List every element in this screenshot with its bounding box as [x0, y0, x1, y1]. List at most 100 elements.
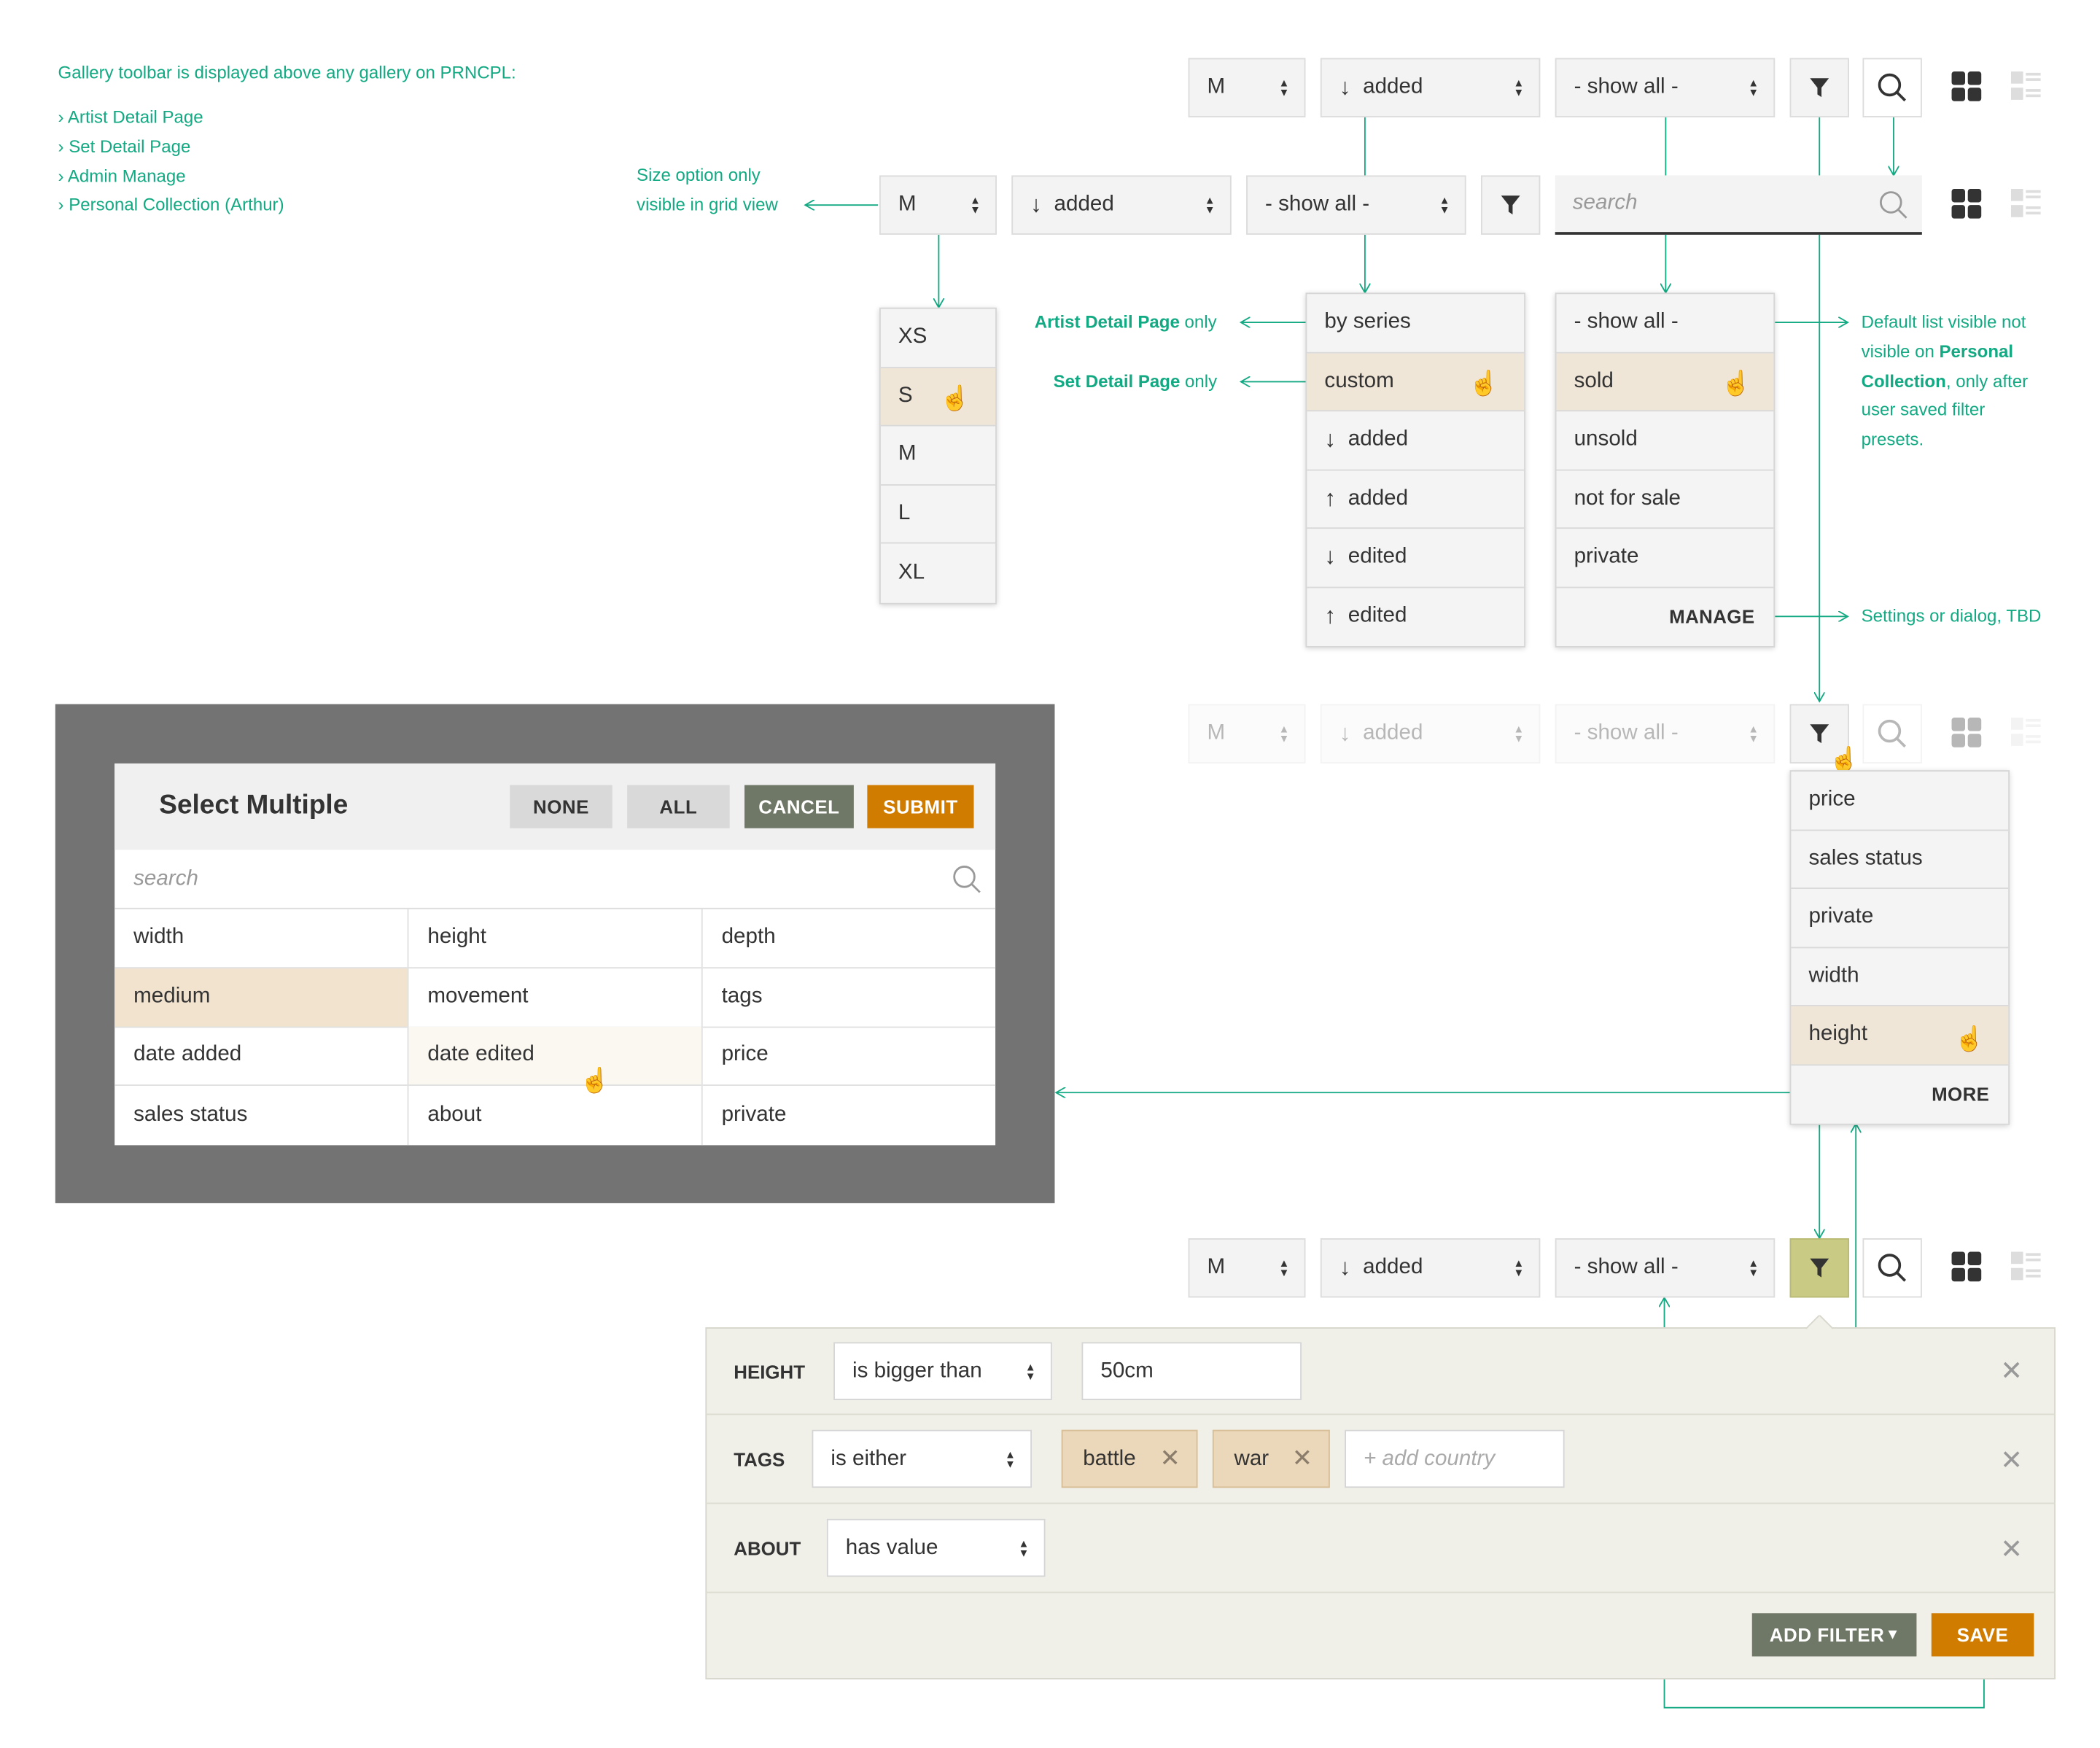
- size-select[interactable]: M ▲ ▼: [1188, 1238, 1306, 1298]
- field-option-sales-status[interactable]: sales status: [114, 1086, 407, 1144]
- show-option-private[interactable]: private: [1556, 529, 1774, 588]
- search-button[interactable]: [1862, 58, 1922, 117]
- list-view-icon[interactable]: [2010, 1251, 2043, 1284]
- filter-option-label: height: [1808, 1022, 1868, 1046]
- sort-value: added: [1054, 193, 1114, 216]
- submit-button[interactable]: SUBMIT: [867, 785, 974, 828]
- filter-operator-select[interactable]: is either ▲ ▼: [812, 1429, 1032, 1488]
- filter-operator-select[interactable]: has value ▲ ▼: [826, 1518, 1046, 1577]
- sort-select[interactable]: ↓ added ▲ ▼: [1320, 58, 1541, 117]
- filter-option-height[interactable]: height ☝: [1791, 1006, 2009, 1065]
- filter-operator-select[interactable]: is bigger than ▲ ▼: [833, 1342, 1052, 1400]
- sort-option-by-series[interactable]: by series: [1307, 294, 1525, 353]
- add-tag-placeholder: + add country: [1364, 1446, 1496, 1470]
- grid-view-icon[interactable]: [1951, 71, 1984, 104]
- filter-option-label: private: [1808, 905, 1874, 929]
- remove-filter-icon[interactable]: ✕: [2000, 1354, 2023, 1388]
- add-tag-input[interactable]: + add country: [1345, 1429, 1565, 1488]
- field-option-depth[interactable]: depth: [702, 909, 996, 968]
- dialog-search-input[interactable]: search: [114, 850, 996, 909]
- remove-tag-icon[interactable]: ✕: [1160, 1445, 1181, 1473]
- filter-button[interactable]: [1480, 175, 1541, 235]
- list-view-icon[interactable]: [2010, 718, 2043, 750]
- add-filter-button[interactable]: ADD FILTER ▼: [1751, 1613, 1917, 1657]
- cancel-button[interactable]: CANCEL: [744, 785, 854, 828]
- size-option-xl[interactable]: XL: [881, 543, 995, 602]
- artist-only-rest: only: [1179, 311, 1217, 333]
- filter-option-sales-status[interactable]: sales status: [1791, 830, 2009, 889]
- field-option-tags[interactable]: tags: [702, 968, 996, 1028]
- field-option-date-edited[interactable]: date edited: [408, 1026, 701, 1086]
- filter-button[interactable]: [1789, 58, 1849, 117]
- field-option-date-added[interactable]: date added: [114, 1027, 408, 1086]
- hand-cursor-icon: ☝: [1954, 1025, 1985, 1052]
- filter-option-label: width: [1808, 964, 1859, 987]
- size-option-l[interactable]: L: [880, 485, 996, 544]
- filter-option-label: price: [1808, 788, 1856, 812]
- filter-option-price[interactable]: price: [1791, 772, 2009, 831]
- show-select[interactable]: - show all - ▲ ▼: [1555, 1238, 1776, 1298]
- size-option-xs[interactable]: XS: [880, 309, 996, 368]
- search-button[interactable]: [1862, 704, 1922, 764]
- select-arrows-icon: ▲ ▼: [1748, 723, 1759, 745]
- tag-chip-battle[interactable]: battle ✕: [1061, 1429, 1198, 1488]
- grid-view-icon[interactable]: [1951, 718, 1984, 750]
- save-button[interactable]: SAVE: [1931, 1613, 2034, 1657]
- filter-button-active[interactable]: [1789, 1238, 1849, 1298]
- magnifier-icon: [953, 866, 981, 893]
- field-option-movement[interactable]: movement: [408, 968, 701, 1028]
- show-option-not-for-sale[interactable]: not for sale: [1556, 470, 1774, 529]
- field-option-about[interactable]: about: [408, 1086, 701, 1144]
- show-option-unsold[interactable]: unsold: [1556, 411, 1774, 470]
- size-option-label: XS: [898, 325, 928, 349]
- filter-option-width[interactable]: width: [1791, 947, 2009, 1006]
- field-option-height[interactable]: height: [408, 909, 701, 968]
- sort-select[interactable]: ↓ added ▲ ▼: [1320, 704, 1541, 764]
- show-select[interactable]: - show all - ▲ ▼: [1555, 704, 1776, 764]
- remove-filter-icon[interactable]: ✕: [2000, 1532, 2023, 1566]
- field-option-width[interactable]: width: [114, 909, 408, 968]
- show-select[interactable]: - show all - ▲ ▼: [1246, 175, 1466, 235]
- sort-option-added-desc[interactable]: ↓ added: [1307, 411, 1525, 470]
- show-select[interactable]: - show all - ▲ ▼: [1555, 58, 1776, 117]
- manage-button[interactable]: MANAGE: [1557, 588, 1774, 646]
- remove-tag-icon[interactable]: ✕: [1292, 1445, 1312, 1473]
- sort-select[interactable]: ↓ added ▲ ▼: [1320, 1238, 1541, 1298]
- sort-option-label: custom: [1324, 369, 1394, 392]
- show-option-sold[interactable]: sold ☝: [1556, 352, 1774, 412]
- size-select[interactable]: M ▲ ▼: [879, 175, 997, 235]
- size-select[interactable]: M ▲ ▼: [1188, 704, 1306, 764]
- list-view-icon[interactable]: [2010, 188, 2043, 221]
- tag-chip-war[interactable]: war ✕: [1212, 1429, 1330, 1488]
- sort-option-custom[interactable]: custom ☝: [1307, 352, 1525, 412]
- size-option-s[interactable]: S ☝: [880, 368, 996, 427]
- gallery-page-personal: › Personal Collection (Arthur): [58, 195, 284, 215]
- list-view-icon[interactable]: [2010, 71, 2043, 104]
- filter-value-input[interactable]: 50cm: [1081, 1342, 1302, 1400]
- none-button[interactable]: NONE: [510, 785, 612, 828]
- show-option-all[interactable]: - show all -: [1556, 294, 1774, 353]
- grid-view-icon[interactable]: [1951, 188, 1984, 221]
- more-button[interactable]: MORE: [1791, 1065, 2008, 1123]
- sort-option-label: added: [1348, 486, 1409, 510]
- field-option-private[interactable]: private: [703, 1086, 995, 1144]
- size-select[interactable]: M ▲ ▼: [1188, 58, 1306, 117]
- hand-cursor-icon: ☝: [1469, 368, 1499, 396]
- select-arrows-icon: ▲ ▼: [1005, 1448, 1016, 1470]
- sort-option-edited-asc[interactable]: ↑ edited: [1307, 588, 1524, 646]
- show-option-label: sold: [1574, 369, 1614, 392]
- arrow-up-icon: ↑: [1324, 603, 1337, 629]
- field-option-medium[interactable]: medium: [114, 968, 408, 1028]
- sort-select[interactable]: ↓ added ▲ ▼: [1011, 175, 1232, 235]
- remove-filter-icon[interactable]: ✕: [2000, 1443, 2023, 1477]
- filter-button[interactable]: ☝: [1789, 704, 1859, 773]
- search-input[interactable]: search: [1555, 175, 1922, 235]
- grid-view-icon[interactable]: [1951, 1251, 1984, 1284]
- all-button[interactable]: ALL: [627, 785, 730, 828]
- filter-option-private[interactable]: private: [1791, 889, 2009, 948]
- size-option-m[interactable]: M: [880, 427, 996, 485]
- sort-option-edited-desc[interactable]: ↓ edited: [1307, 529, 1525, 588]
- search-button[interactable]: [1862, 1238, 1922, 1298]
- field-option-price[interactable]: price: [702, 1027, 996, 1086]
- sort-option-added-asc[interactable]: ↑ added: [1307, 470, 1525, 529]
